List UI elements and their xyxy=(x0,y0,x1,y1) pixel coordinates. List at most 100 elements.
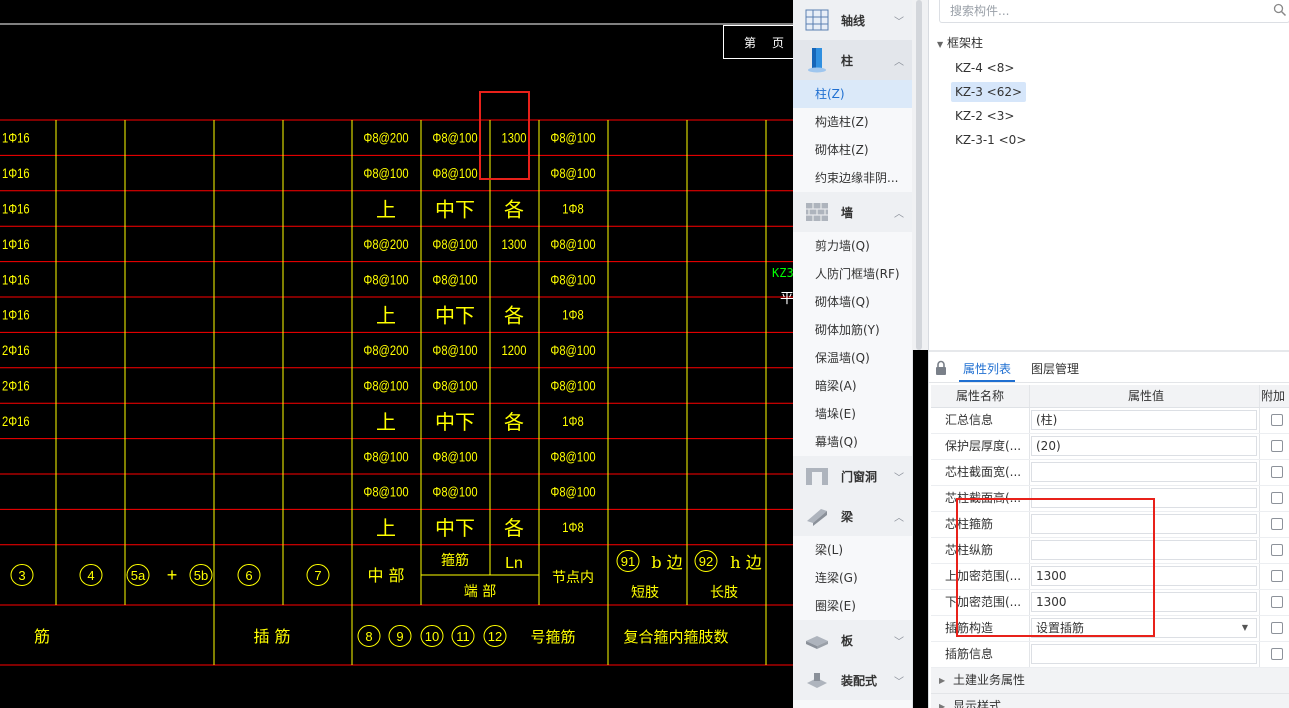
additional-checkbox[interactable] xyxy=(1271,492,1283,504)
property-row: 插筋构造 设置插筋 ▼ xyxy=(931,616,1289,642)
category-item[interactable]: 构造柱(Z) xyxy=(793,108,912,136)
chevron-down-icon[interactable]: ﹀ xyxy=(892,673,906,688)
expand-triangle-icon[interactable]: ▶ xyxy=(939,668,945,693)
column-divider[interactable] xyxy=(1259,385,1260,407)
chevron-up-icon[interactable]: ︿ xyxy=(892,205,906,220)
category-item[interactable]: 砌体加筋(Y) xyxy=(793,316,912,344)
chevron-down-icon[interactable]: ﹀ xyxy=(892,469,906,484)
category-item[interactable]: 幕墙(Q) xyxy=(793,428,912,456)
property-name: 保护层厚度(... xyxy=(945,439,1022,453)
category-item[interactable]: 墙垛(E) xyxy=(793,400,912,428)
property-value-input[interactable]: (20) xyxy=(1031,436,1257,456)
search-icon[interactable] xyxy=(1273,3,1287,17)
component-search-box[interactable] xyxy=(939,0,1289,23)
property-value-input[interactable] xyxy=(1031,462,1257,482)
panel-splitter[interactable] xyxy=(929,350,1289,352)
column-divider xyxy=(1259,460,1260,485)
cad-cell-longitudinal: 1Φ16 xyxy=(2,201,30,216)
category-slab[interactable]: 板 ﹀ xyxy=(793,620,912,660)
additional-checkbox[interactable] xyxy=(1271,622,1283,634)
column-divider xyxy=(1259,538,1260,563)
category-beam[interactable]: 梁 ︿ xyxy=(793,496,912,536)
cad-plus: + xyxy=(167,565,178,585)
property-value-input[interactable]: 1300 xyxy=(1031,592,1257,612)
property-table-header: 属性名称 属性值 附加 xyxy=(931,385,1289,408)
column-divider xyxy=(1259,642,1260,667)
column-divider xyxy=(1259,512,1260,537)
cad-circle-91-label: 91 xyxy=(621,554,635,569)
property-value-input[interactable] xyxy=(1031,644,1257,664)
additional-checkbox[interactable] xyxy=(1271,544,1283,556)
property-row: 芯柱箍筋 xyxy=(931,512,1289,538)
property-value-text: 设置插筋 xyxy=(1036,621,1085,635)
tree-item-component[interactable]: KZ-3 <62> xyxy=(951,82,1027,102)
additional-checkbox[interactable] xyxy=(1271,596,1283,608)
property-value-input[interactable]: 1300 xyxy=(1031,566,1257,586)
tree-root-frame-column[interactable]: ▼ 框架柱 xyxy=(937,34,983,51)
category-item[interactable]: 约束边缘非阴... xyxy=(793,164,912,192)
property-value-input[interactable] xyxy=(1031,488,1257,508)
property-value-input[interactable] xyxy=(1031,514,1257,534)
category-item[interactable]: 柱(Z) xyxy=(793,80,912,108)
additional-checkbox[interactable] xyxy=(1271,466,1283,478)
collapse-triangle-icon[interactable]: ▼ xyxy=(937,40,947,49)
expand-triangle-icon[interactable]: ▶ xyxy=(939,694,945,708)
category-item[interactable]: 圈梁(E) xyxy=(793,592,912,620)
cad-circle-3-label: 3 xyxy=(18,568,25,583)
category-scroll-thumb[interactable] xyxy=(916,0,922,350)
component-search-input[interactable] xyxy=(940,0,1272,22)
additional-checkbox[interactable] xyxy=(1271,648,1283,660)
tab-property-list[interactable]: 属性列表 xyxy=(959,358,1016,382)
additional-checkbox[interactable] xyxy=(1271,414,1283,426)
cad-cell-stirrup: Φ8@100 xyxy=(363,449,408,464)
cad-changzhi: 长肢 xyxy=(710,585,738,601)
cad-cell-stirrup: 上 xyxy=(376,410,396,434)
lock-icon[interactable] xyxy=(935,360,947,376)
property-value-select[interactable]: 设置插筋 ▼ xyxy=(1031,618,1257,638)
chevron-down-icon[interactable]: ﹀ xyxy=(892,633,906,648)
tab-layer-management[interactable]: 图层管理 xyxy=(1027,358,1083,380)
property-value-text: 1300 xyxy=(1036,595,1067,609)
cad-cell-stirrup: Φ8@100 xyxy=(550,237,595,252)
tree-item-component[interactable]: KZ-3-1 <0> xyxy=(951,130,1030,150)
category-item[interactable]: 人防门框墙(RF) xyxy=(793,260,912,288)
property-row: 下加密范围(... 1300 xyxy=(931,590,1289,616)
category-item[interactable]: 砌体柱(Z) xyxy=(793,136,912,164)
property-value-input[interactable] xyxy=(1031,540,1257,560)
category-item[interactable]: 连梁(G) xyxy=(793,564,912,592)
category-scrollbar[interactable] xyxy=(912,0,928,350)
additional-checkbox[interactable] xyxy=(1271,440,1283,452)
category-item[interactable]: 砌体墙(Q) xyxy=(793,288,912,316)
category-column[interactable]: 柱 ︿ xyxy=(793,40,912,80)
column-divider xyxy=(1029,590,1030,615)
category-wall[interactable]: 墙 ︿ xyxy=(793,192,912,232)
property-row: 保护层厚度(... (20) xyxy=(931,434,1289,460)
cad-cell-stirrup: Φ8@100 xyxy=(550,131,595,146)
additional-checkbox[interactable] xyxy=(1271,518,1283,530)
cad-cell-longitudinal: 1Φ16 xyxy=(2,237,30,252)
category-door-window[interactable]: 门窗洞 ﹀ xyxy=(793,456,912,496)
cad-cell-stirrup: 1Φ8 xyxy=(562,520,583,535)
chevron-down-icon[interactable]: ﹀ xyxy=(892,13,906,28)
tree-item-component[interactable]: KZ-2 <3> xyxy=(951,106,1018,126)
category-item[interactable]: 保温墙(Q) xyxy=(793,344,912,372)
property-group[interactable]: ▶ 显示样式 xyxy=(931,694,1289,708)
cad-cell-stirrup: 上 xyxy=(376,516,396,540)
cad-cell-stirrup: Φ8@100 xyxy=(432,272,477,287)
category-item[interactable]: 暗梁(A) xyxy=(793,372,912,400)
cad-drawing-canvas[interactable]: 1Φ16 Φ8@200 Φ8@100 1300 Φ8@100 1Φ16 Φ8@100 Φ8@1… xyxy=(0,0,793,708)
category-item[interactable]: 梁(L) xyxy=(793,536,912,564)
additional-checkbox[interactable] xyxy=(1271,570,1283,582)
column-divider[interactable] xyxy=(1029,385,1030,407)
property-value-input[interactable]: (柱) xyxy=(1031,410,1257,430)
tree-item-component[interactable]: KZ-4 <8> xyxy=(951,58,1018,78)
chevron-up-icon[interactable]: ︿ xyxy=(892,53,906,68)
dropdown-arrow-icon[interactable]: ▼ xyxy=(1242,619,1248,637)
category-prefab[interactable]: 装配式 ﹀ xyxy=(793,660,912,700)
chevron-up-icon[interactable]: ︿ xyxy=(892,509,906,524)
cad-cell-stirrup: 1Φ8 xyxy=(562,308,583,323)
property-group[interactable]: ▶ 土建业务属性 xyxy=(931,668,1289,694)
category-item[interactable]: 剪力墙(Q) xyxy=(793,232,912,260)
cad-cell-longitudinal: 2Φ16 xyxy=(2,343,30,358)
category-grid[interactable]: 轴线 ﹀ xyxy=(793,0,912,40)
